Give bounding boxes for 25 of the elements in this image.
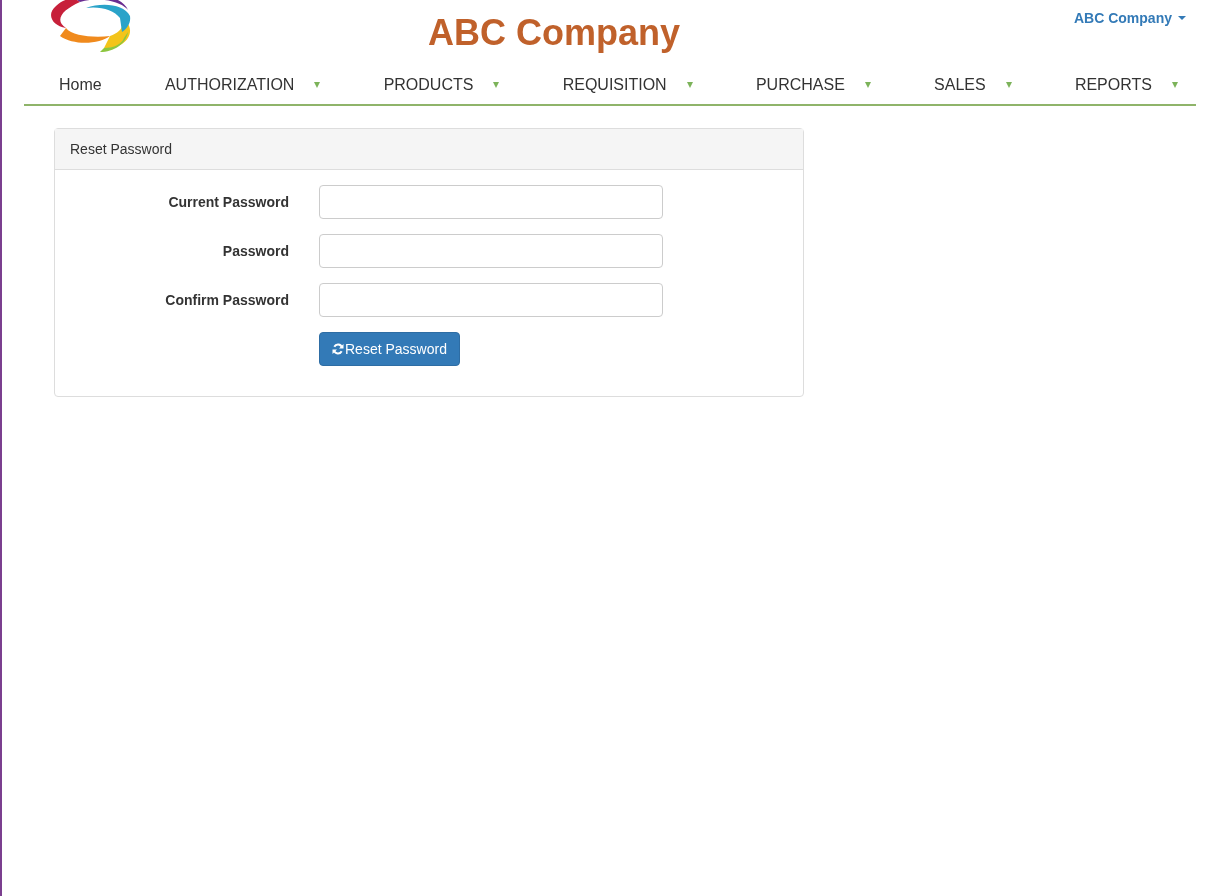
dropdown-caret-icon[interactable] — [493, 82, 500, 88]
password-field[interactable] — [319, 283, 663, 317]
nav-link[interactable]: PRODUCTS — [383, 76, 474, 94]
nav-link[interactable]: Home — [59, 76, 102, 94]
dropdown-caret-icon[interactable] — [314, 82, 321, 88]
panel-header: Reset Password — [55, 129, 803, 170]
field-label: Current Password — [167, 194, 289, 210]
nav-link[interactable]: SALES — [934, 76, 986, 94]
dropdown-caret-icon[interactable] — [686, 82, 693, 88]
nav-link[interactable]: AUTHORIZATION — [164, 76, 295, 94]
nav-link[interactable]: REPORTS — [1074, 76, 1152, 94]
field-label: Password — [221, 243, 289, 259]
reset-password-button[interactable]: Reset Password — [319, 332, 460, 366]
user-menu[interactable]: ABC Company — [1074, 10, 1186, 26]
nav-link[interactable]: REQUISITION — [562, 76, 667, 94]
caret-icon — [1178, 16, 1186, 20]
field-label: Confirm Password — [164, 292, 289, 308]
dropdown-caret-icon[interactable] — [864, 82, 871, 88]
company-title: ABC Company — [428, 12, 680, 54]
dropdown-caret-icon[interactable] — [1005, 82, 1012, 88]
password-field[interactable] — [319, 185, 663, 219]
password-field[interactable] — [319, 234, 663, 268]
dropdown-caret-icon[interactable] — [1171, 82, 1178, 88]
refresh-icon — [332, 343, 344, 355]
nav-link[interactable]: PURCHASE — [755, 76, 845, 94]
